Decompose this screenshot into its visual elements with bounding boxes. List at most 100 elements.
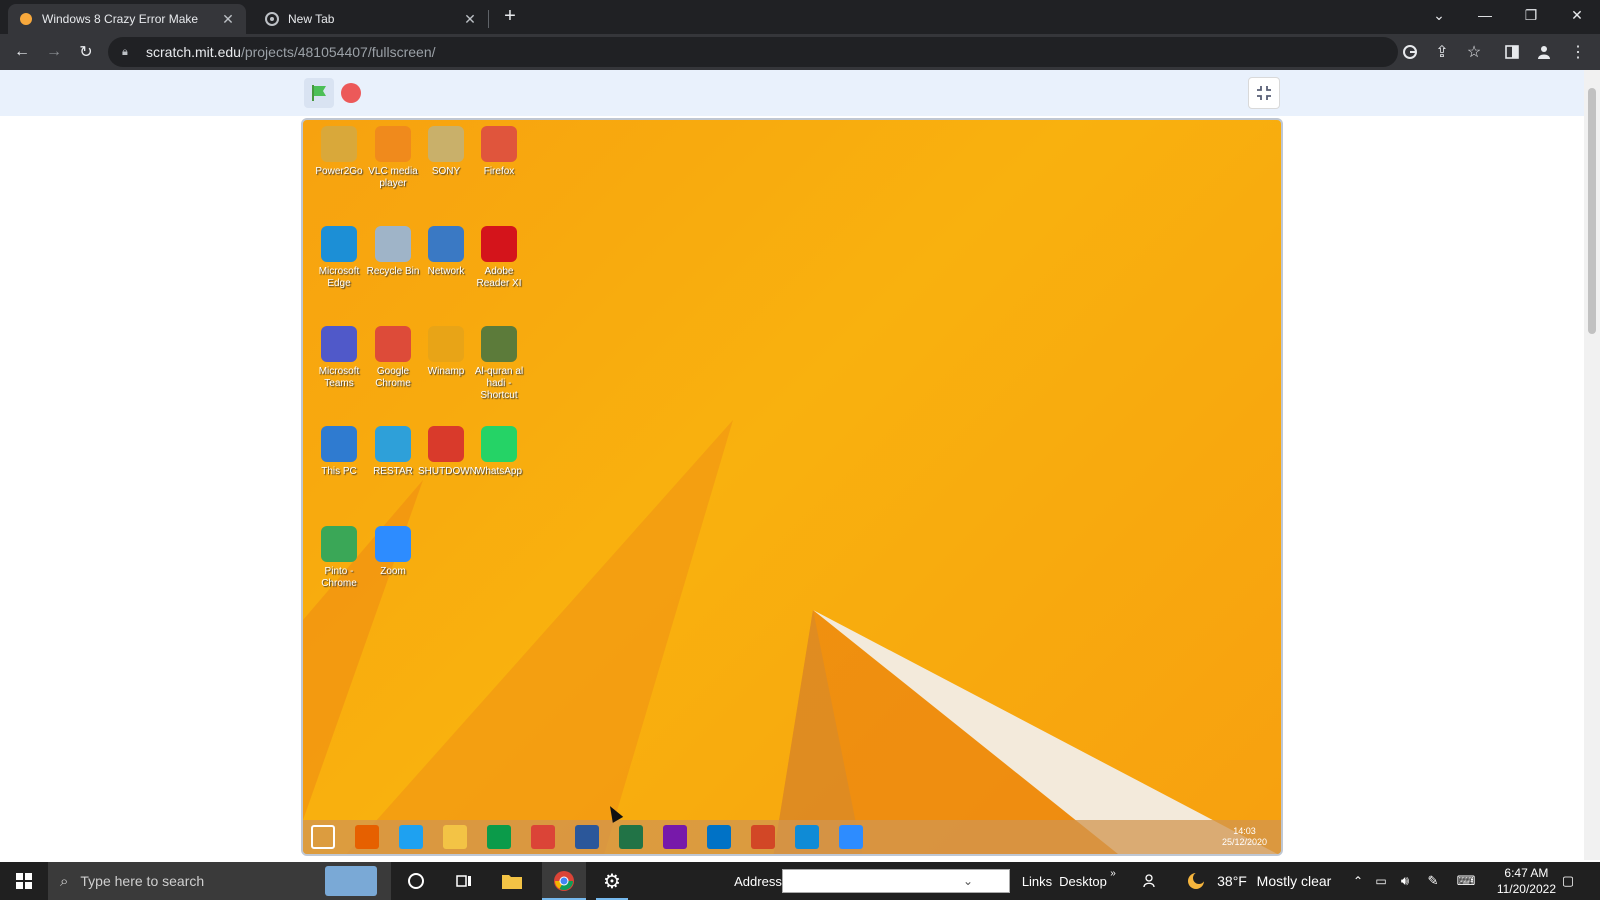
tab-search-icon[interactable]: ⌄ — [1416, 0, 1462, 30]
address-bar[interactable]: 🔒︎ scratch.mit.edu/projects/481054407/fu… — [108, 37, 1398, 67]
desktop-taskbar: 14:03 25/12/2020 — [303, 820, 1281, 854]
weather-condition[interactable]: Mostly clear — [1254, 862, 1334, 900]
desktop-icon-label: RESTAR — [373, 466, 413, 477]
desktop-icon-image — [481, 226, 517, 262]
new-tab-button[interactable]: + — [498, 5, 522, 29]
share-icon[interactable]: ⇪ — [1428, 38, 1456, 66]
desktop-icon[interactable]: Winamp — [418, 326, 474, 378]
outlook-icon[interactable] — [707, 825, 731, 849]
desktop-icon[interactable]: Microsoft Edge — [311, 226, 367, 290]
firefox-icon[interactable] — [355, 825, 379, 849]
people-icon[interactable] — [1140, 862, 1162, 900]
notifications-icon[interactable]: ▢ — [1556, 862, 1580, 900]
desktop-icon-image — [481, 426, 517, 462]
desktop-icon[interactable]: VLC media player — [365, 126, 421, 190]
desktop-icon[interactable]: SHUTDOWN — [418, 426, 477, 478]
forward-arrow-icon[interactable]: → — [40, 38, 68, 66]
desktop-icon-image — [428, 326, 464, 362]
back-arrow-icon[interactable]: ← — [8, 38, 36, 66]
desktop-icon[interactable]: Power2Go — [311, 126, 367, 178]
desktop-icon[interactable]: This PC — [311, 426, 367, 478]
reload-icon[interactable]: ↻ — [72, 38, 100, 66]
tab-separator — [488, 10, 489, 28]
google-icon[interactable] — [1396, 38, 1424, 66]
bookmark-star-icon[interactable]: ☆ — [1460, 38, 1488, 66]
windows-logo-icon — [16, 873, 32, 889]
desktop-tray-date: 25/12/2020 — [1221, 837, 1267, 847]
chrome-taskbar-button[interactable] — [542, 862, 586, 900]
tab-active[interactable]: Windows 8 Crazy Error Make ✕ — [8, 4, 246, 34]
desktop-icon-image — [481, 326, 517, 362]
side-panel-icon[interactable] — [1498, 38, 1526, 66]
word-icon[interactable] — [575, 825, 599, 849]
chrome-icon[interactable] — [531, 825, 555, 849]
menu-icon[interactable]: ⋮ — [1564, 38, 1592, 66]
desktop-icon[interactable]: SONY — [418, 126, 474, 178]
weather-temperature[interactable]: 38°F — [1212, 862, 1252, 900]
exit-fullscreen-button[interactable] — [1248, 77, 1280, 109]
edge-icon[interactable] — [795, 825, 819, 849]
chrome-icon — [554, 871, 574, 891]
url-path: /projects/481054407/fullscreen/ — [240, 44, 436, 60]
weather-moon-icon[interactable] — [1184, 862, 1208, 900]
network-icon[interactable]: ▭ — [1372, 862, 1390, 900]
windows-logo-icon[interactable] — [311, 825, 335, 849]
cortana-icon[interactable] — [396, 862, 436, 900]
close-window-button[interactable]: ✕ — [1554, 0, 1600, 30]
desktop-icon[interactable]: Recycle Bin — [365, 226, 421, 278]
stop-button[interactable] — [341, 83, 361, 103]
links-toolbar[interactable]: Links — [1020, 862, 1054, 900]
tab-close-icon[interactable]: ✕ — [462, 11, 478, 28]
tab-close-icon[interactable]: ✕ — [220, 11, 236, 28]
desktop-icon[interactable]: Microsoft Teams — [311, 326, 367, 390]
desktop-icon-image — [375, 526, 411, 562]
internet-explorer-icon[interactable] — [399, 825, 423, 849]
desktop-icon-label: Microsoft Edge — [318, 266, 360, 289]
minimize-button[interactable]: — — [1462, 0, 1508, 30]
desktop-icon[interactable]: Google Chrome — [365, 326, 421, 390]
address-refresh-icon[interactable]: ↻ — [984, 862, 1008, 900]
desktop-icon-label: Power2Go — [315, 166, 363, 177]
zoom-icon[interactable] — [839, 825, 863, 849]
project-stage[interactable]: Power2Go VLC media player SONY Firefox Micro… — [301, 118, 1283, 856]
desktop-tray-time: 14:03 — [1233, 826, 1256, 836]
file-explorer-icon[interactable] — [492, 862, 532, 900]
desktop-icon-label: Microsoft Teams — [318, 366, 360, 389]
desktop-toolbar[interactable]: Desktop — [1058, 862, 1108, 900]
chevron-down-icon[interactable]: ⌄ — [958, 871, 978, 891]
desktop-icon[interactable]: Network — [418, 226, 474, 278]
desktop-icon-image — [428, 126, 464, 162]
desktop-icon[interactable]: WhatsApp — [471, 426, 527, 478]
store-icon[interactable] — [487, 825, 511, 849]
search-icon: ⌕ — [60, 872, 69, 890]
desktop-icon[interactable]: Pinto - Chrome — [311, 526, 367, 590]
taskbar-clock[interactable]: 6:47 AM 11/20/2022 — [1497, 865, 1556, 897]
pen-icon[interactable]: ✎ — [1424, 862, 1442, 900]
settings-taskbar-button[interactable]: ⚙ — [590, 862, 634, 900]
desktop-icon[interactable]: Al-quran al hadi - Shortcut — [471, 326, 527, 402]
powerpoint-icon[interactable] — [751, 825, 775, 849]
desktop-icon[interactable]: Zoom — [365, 526, 421, 578]
desktop-icon[interactable]: RESTAR — [365, 426, 421, 478]
desktop-icon-label: Zoom — [380, 566, 406, 577]
keyboard-icon[interactable]: ⌨ — [1454, 862, 1478, 900]
green-flag-button[interactable] — [304, 78, 334, 108]
desktop-icon[interactable]: Firefox — [471, 126, 527, 178]
task-view-icon[interactable] — [444, 862, 484, 900]
toolbar-overflow-icon[interactable]: » — [1108, 862, 1118, 900]
taskbar-search-box[interactable]: ⌕ Type here to search — [48, 862, 391, 900]
excel-icon[interactable] — [619, 825, 643, 849]
start-button[interactable] — [0, 862, 48, 900]
volume-icon[interactable]: 🔊︎ — [1396, 862, 1414, 900]
profile-icon[interactable] — [1530, 38, 1558, 66]
tab-new[interactable]: New Tab ✕ — [254, 4, 488, 34]
desktop-icon-image — [321, 326, 357, 362]
desktop-icon-label: Winamp — [427, 366, 465, 377]
onenote-icon[interactable] — [663, 825, 687, 849]
restore-button[interactable]: ❐ — [1508, 0, 1554, 30]
tab-title: New Tab — [288, 12, 335, 26]
file-explorer-icon[interactable] — [443, 825, 467, 849]
scrollbar-thumb[interactable] — [1588, 88, 1596, 334]
chevron-up-icon[interactable]: ⌃ — [1350, 862, 1366, 900]
desktop-icon[interactable]: Adobe Reader XI — [471, 226, 527, 290]
